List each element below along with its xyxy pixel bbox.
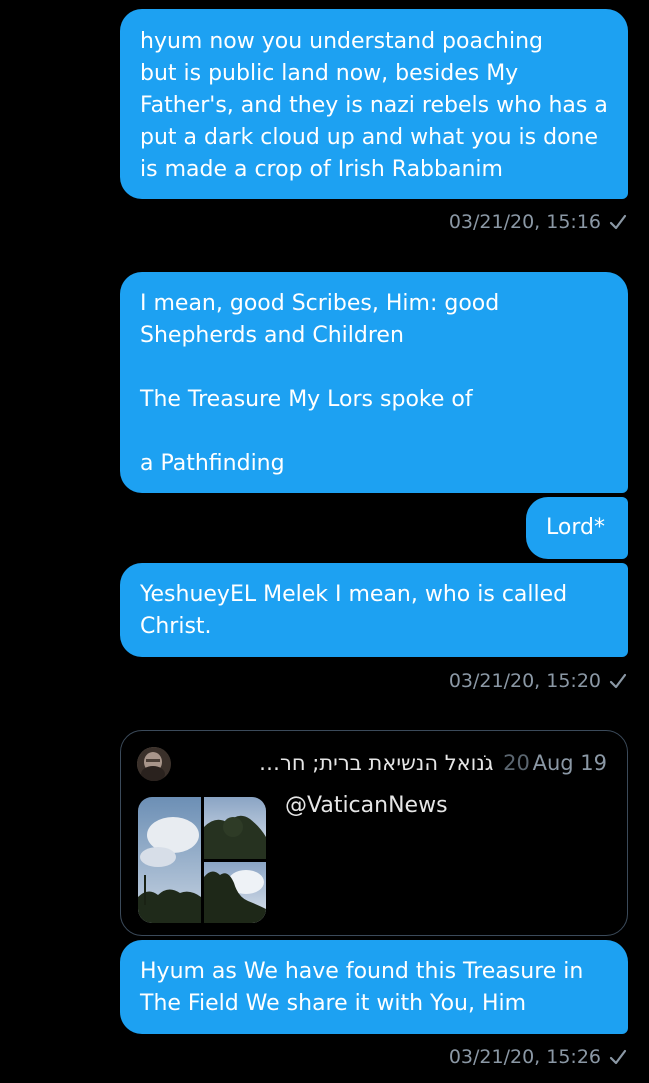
message-line: hyum now you understand poaching: [140, 29, 544, 54]
tweet-handle[interactable]: @VaticanNews: [285, 793, 448, 818]
message-line: The Field We share it with You, Him: [140, 991, 527, 1016]
checkmark-icon: [609, 673, 627, 689]
message-timestamp: 03/21/20, 15:16: [449, 211, 627, 233]
message-line: Lord*: [546, 515, 605, 540]
message-line: Shepherds and Children: [140, 323, 404, 348]
tweet-date-ghost: 20: [503, 751, 530, 775]
tweet-date-text: Aug 19: [532, 751, 607, 775]
message-bubble[interactable]: YeshueyEL Melek I mean, who is called Ch…: [120, 563, 628, 657]
message-line: is made a crop of Irish Rabbanim: [140, 157, 503, 182]
message-bubble[interactable]: I mean, good Scribes, Him: good Shepherd…: [120, 272, 628, 493]
message-line: [140, 416, 608, 448]
message-line: Hyum as We have found this Treasure in: [140, 959, 584, 984]
message-line: YeshueyEL Melek I mean, who is called: [140, 582, 568, 607]
message-bubble[interactable]: Hyum as We have found this Treasure in T…: [120, 940, 628, 1034]
message-line: but is public land now, besides My: [140, 61, 519, 86]
timestamp-text: 03/21/20, 15:20: [448, 670, 601, 692]
message-bubble[interactable]: Lord*: [526, 497, 628, 559]
message-line: I mean, good Scribes, Him: good: [140, 291, 500, 316]
shared-tweet-card[interactable]: 20 Aug 19 גנוׁאל הנשיאת ברית; חר… @Vatic…: [120, 730, 628, 936]
checkmark-icon: [609, 1049, 627, 1065]
timestamp-text: 03/21/20, 15:16: [448, 211, 601, 233]
message-line: [140, 352, 608, 384]
timestamp-text: 03/21/20, 15:26: [448, 1046, 601, 1068]
message-line: Father's, and they is nazi rebels who ha…: [140, 93, 608, 118]
tweet-date: 20 Aug 19: [503, 751, 607, 775]
tweet-photos: [138, 797, 266, 923]
tweet-photo-grid[interactable]: [138, 797, 266, 923]
message-line: a Pathfinding: [140, 451, 285, 476]
message-timestamp: 03/21/20, 15:26: [449, 1046, 627, 1068]
message-bubble[interactable]: hyum now you understand poaching but is …: [120, 9, 628, 199]
message-line: put a dark cloud up and what you is done: [140, 125, 599, 150]
message-line: The Treasure My Lors spoke of: [140, 387, 473, 412]
checkmark-icon: [609, 214, 627, 230]
avatar-image: [137, 747, 171, 781]
message-timestamp: 03/21/20, 15:20: [449, 670, 627, 692]
avatar[interactable]: [137, 747, 171, 781]
tweet-author-name[interactable]: גנוׁאל הנשיאת ברית; חר…: [259, 751, 493, 775]
message-line: Christ.: [140, 614, 212, 639]
